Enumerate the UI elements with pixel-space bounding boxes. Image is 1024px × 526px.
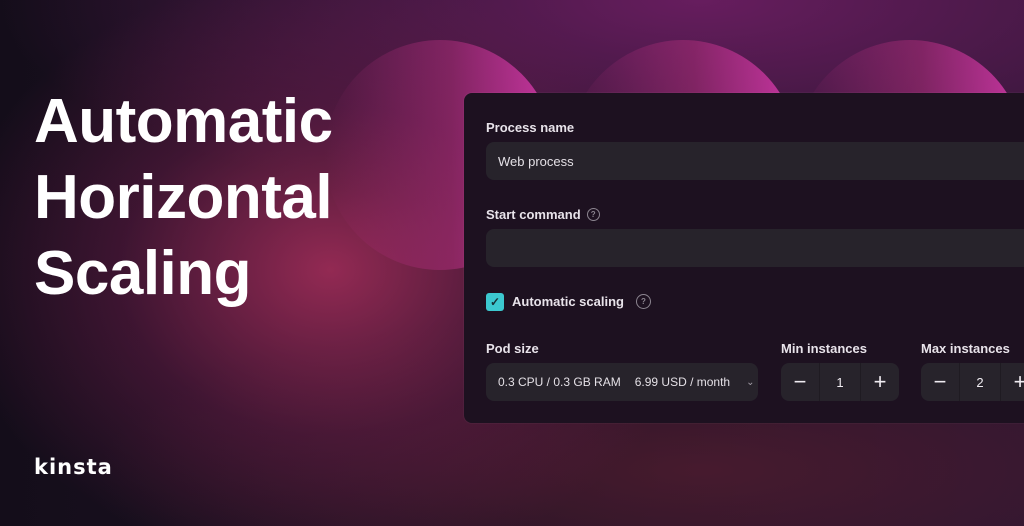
max-instances-value[interactable]: 2 <box>959 363 1001 401</box>
plus-icon: + <box>1013 369 1024 394</box>
increment-button[interactable]: + <box>861 363 899 401</box>
process-name-input[interactable]: Web process <box>486 142 1024 180</box>
decrement-button[interactable]: − <box>781 363 819 401</box>
plus-icon: + <box>873 369 887 394</box>
process-name-label: Process name <box>486 120 575 135</box>
start-command-input[interactable] <box>486 229 1024 267</box>
min-instances-stepper: − 1 + <box>781 363 899 401</box>
decrement-button[interactable]: − <box>921 363 959 401</box>
automatic-scaling-label: Automatic scaling ? <box>512 294 651 309</box>
max-instances-label: Max instances <box>921 341 1010 356</box>
hero-title: Automatic Horizontal Scaling <box>34 84 333 312</box>
hero-line: Automatic <box>34 87 333 156</box>
automatic-scaling-checkbox[interactable]: ✓ <box>486 293 504 311</box>
max-instances-stepper: − 2 + <box>921 363 1024 401</box>
kinsta-logo: kinsta <box>34 455 113 479</box>
start-command-label: Start command ? <box>486 207 600 222</box>
question-circle-icon[interactable]: ? <box>586 208 600 221</box>
min-instances-value[interactable]: 1 <box>819 363 861 401</box>
minus-icon: − <box>793 369 807 394</box>
hero-line: Horizontal <box>34 163 333 232</box>
minus-icon: − <box>933 369 947 394</box>
process-settings-panel: Process name Web process Start command ?… <box>464 93 1024 423</box>
checkmark-icon: ✓ <box>489 295 501 309</box>
question-circle-icon[interactable]: ? <box>635 294 651 309</box>
pod-size-label: Pod size <box>486 341 539 356</box>
pod-size-select[interactable]: 0.3 CPU / 0.3 GB RAM 6.99 USD / month ⌄ <box>486 363 758 401</box>
chevron-down-icon: ⌄ <box>746 376 755 388</box>
hero-line: Scaling <box>34 239 252 308</box>
min-instances-label: Min instances <box>781 341 867 356</box>
increment-button[interactable]: + <box>1001 363 1024 401</box>
